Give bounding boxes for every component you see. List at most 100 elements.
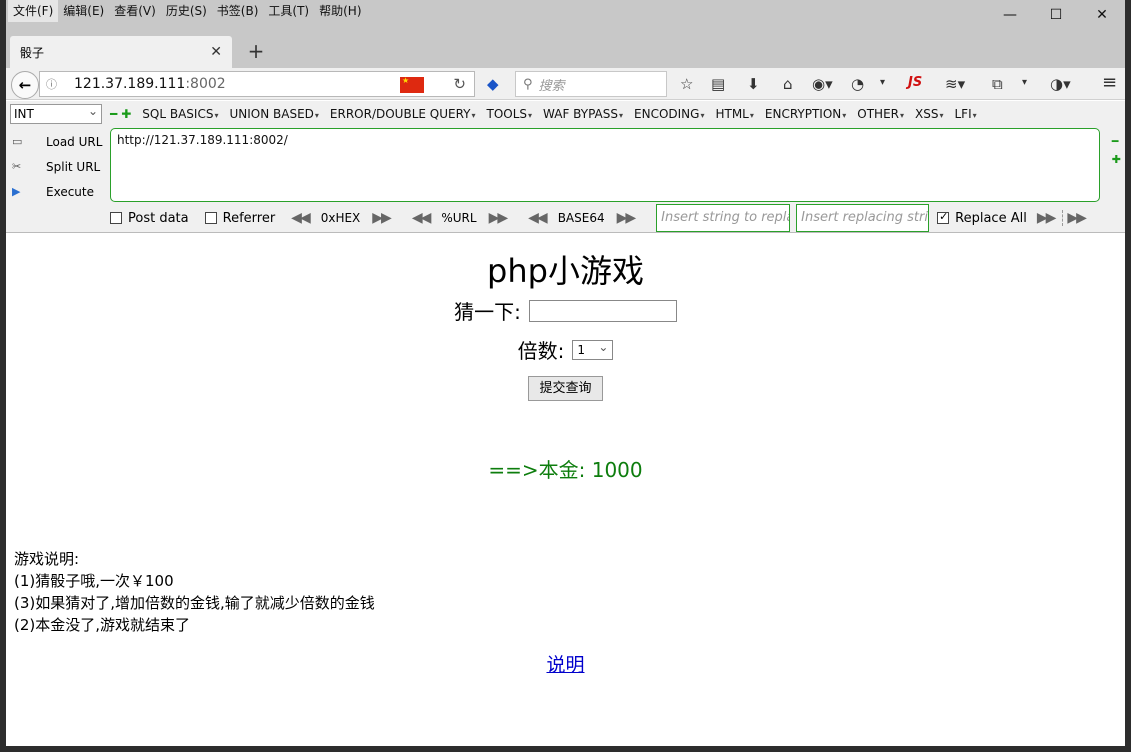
base64-encode-arrow-icon[interactable]: ▶▶: [617, 210, 636, 226]
game-rules: 游戏说明: (1)猜骰子哦,一次￥100 (3)如果猜对了,增加倍数的金钱,输了…: [14, 548, 375, 636]
url-decode-arrow-icon[interactable]: ◀◀: [412, 210, 431, 226]
menu-xss[interactable]: XSS: [915, 107, 943, 121]
menu-encoding[interactable]: ENCODING: [634, 107, 704, 121]
plus-icon[interactable]: ✚: [121, 107, 131, 121]
url-port: :8002: [185, 76, 226, 92]
split-url-button[interactable]: ✂ Split URL: [12, 154, 108, 179]
hex-decode-arrow-icon[interactable]: ◀◀: [291, 210, 310, 226]
js-toggle-icon[interactable]: JS: [908, 75, 922, 90]
tab-dice[interactable]: 骰子 ✕: [10, 36, 232, 68]
search-box[interactable]: ⚲ 搜索: [515, 71, 667, 97]
replace-next-arrow-icon[interactable]: ▶▶: [1062, 210, 1087, 226]
url-encoder: ◀◀ %URL ▶▶: [412, 210, 508, 226]
split-url-icon: ✂: [12, 160, 22, 173]
extension-icon[interactable]: ◆: [487, 75, 499, 93]
submit-button[interactable]: 提交查询: [528, 376, 603, 401]
hackbar-actions: ▭ Load URL ✂ Split URL ▶ Execute: [12, 129, 108, 204]
menu-file[interactable]: 文件(F): [8, 0, 59, 22]
post-data-box[interactable]: [110, 212, 122, 224]
info-icon[interactable]: ⓘ: [46, 76, 64, 92]
multiplier-label: 倍数:: [517, 339, 565, 363]
proxy-icon[interactable]: ◑▾: [1050, 75, 1071, 93]
referrer-label: Referrer: [222, 210, 276, 226]
help-link-text[interactable]: 说明: [546, 654, 584, 676]
menu-tools[interactable]: 工具(T): [263, 0, 314, 22]
menu-encryption[interactable]: ENCRYPTION: [765, 107, 846, 121]
rule-item: (1)猜骰子哦,一次￥100: [14, 572, 174, 590]
base64-encoder: ◀◀ BASE64 ▶▶: [528, 210, 636, 226]
page-title: php小游戏: [487, 252, 644, 290]
hex-encode-arrow-icon[interactable]: ▶▶: [372, 210, 391, 226]
minus-icon[interactable]: ━: [110, 107, 117, 121]
referrer-box[interactable]: [204, 212, 217, 224]
replace-all-box[interactable]: [937, 210, 950, 224]
menu-other[interactable]: OTHER: [857, 107, 904, 121]
replace-all-label: Replace All: [955, 210, 1027, 226]
execute-label: Execute: [46, 184, 94, 199]
layers-icon[interactable]: ≋▾: [945, 75, 965, 93]
menu-error-double-query[interactable]: ERROR/DOUBLE QUERY: [330, 107, 476, 121]
back-arrow-icon[interactable]: ←: [11, 71, 39, 99]
tab-close-icon[interactable]: ✕: [210, 44, 222, 60]
replace-string-input[interactable]: Insert string to replace: [656, 204, 791, 232]
load-url-icon: ▭: [12, 135, 23, 148]
hex-encoder: ◀◀ 0xHEX ▶▶: [291, 210, 392, 226]
maximize-icon[interactable]: ☐: [1033, 0, 1079, 30]
hackbar-side-controls: ━ ✚: [1112, 133, 1121, 169]
base64-decode-arrow-icon[interactable]: ◀◀: [528, 210, 547, 226]
hackbar-options: Post data Referrer ◀◀ 0xHEX ▶▶ ◀◀ %URL ▶…: [110, 204, 1110, 232]
execute-button[interactable]: ▶ Execute: [12, 179, 108, 204]
menu-tools-hb[interactable]: TOOLS: [487, 107, 533, 121]
menu-waf-bypass[interactable]: WAF BYPASS: [543, 107, 623, 121]
dropdown-icon[interactable]: ▾: [880, 77, 885, 88]
menu-lfi[interactable]: LFI: [955, 107, 977, 121]
menu-view[interactable]: 查看(V): [109, 0, 161, 22]
multiplier-select[interactable]: 1: [572, 338, 614, 360]
hex-label: 0xHEX: [320, 211, 361, 225]
guess-input[interactable]: [528, 299, 677, 322]
hackbar-type-select[interactable]: INT: [10, 102, 102, 124]
new-tab-icon[interactable]: +: [242, 38, 270, 66]
url-encode-arrow-icon[interactable]: ▶▶: [489, 210, 508, 226]
replacing-string-input[interactable]: Insert replacing string: [796, 204, 930, 232]
page-tools-dropdown-icon[interactable]: ▾: [1022, 77, 1027, 88]
home-icon[interactable]: ⌂: [783, 75, 793, 93]
shrink-icon[interactable]: ━: [1112, 133, 1121, 151]
post-data-checkbox[interactable]: Post data: [110, 211, 189, 226]
expand-icon[interactable]: ✚: [1112, 151, 1121, 169]
china-flag-icon: [400, 76, 424, 93]
referrer-checkbox[interactable]: Referrer: [204, 210, 276, 226]
title-bar: 文件(F) 编辑(E) 查看(V) 历史(S) 书签(B) 工具(T) 帮助(H…: [6, 0, 1125, 34]
hamburger-menu-icon[interactable]: ≡: [1102, 72, 1117, 93]
bookmark-star-icon[interactable]: ☆: [680, 75, 693, 93]
hackbar-url-textarea[interactable]: http://121.37.189.111:8002/: [110, 128, 1100, 202]
menu-sql-basics[interactable]: SQL BASICS: [142, 107, 218, 121]
menu-bar: 文件(F) 编辑(E) 查看(V) 历史(S) 书签(B) 工具(T) 帮助(H…: [6, 0, 367, 22]
rule-item: (3)如果猜对了,增加倍数的金钱,输了就减少倍数的金钱: [14, 594, 375, 612]
hackbar: INT ━ ✚ SQL BASICS UNION BASED ERROR/DOU…: [6, 101, 1125, 233]
download-icon[interactable]: ⬇: [747, 75, 760, 93]
profile-icon[interactable]: ◉▾: [812, 75, 833, 93]
cookie-icon[interactable]: ◔: [851, 75, 864, 93]
reading-list-icon[interactable]: ▤: [711, 75, 725, 93]
replace-run-arrow-icon[interactable]: ▶▶: [1037, 210, 1056, 226]
menu-edit[interactable]: 编辑(E): [58, 0, 109, 22]
menu-help[interactable]: 帮助(H): [314, 0, 366, 22]
page-tools-icon[interactable]: ⧉: [992, 75, 1003, 93]
reload-icon[interactable]: ↻: [453, 75, 466, 93]
menu-html[interactable]: HTML: [715, 107, 753, 121]
menu-bookmarks[interactable]: 书签(B): [212, 0, 264, 22]
replace-all-checkbox[interactable]: Replace All: [937, 210, 1027, 226]
menu-union-based[interactable]: UNION BASED: [229, 107, 318, 121]
load-url-button[interactable]: ▭ Load URL: [12, 129, 108, 154]
close-window-icon[interactable]: ✕: [1079, 0, 1125, 30]
page-content: php小游戏 猜一下: 倍数: 1 提交查询 ==>本金: 1000 游戏说明:…: [6, 234, 1125, 746]
url-bar[interactable]: ⓘ 121.37.189.111:8002 ↻: [39, 71, 475, 97]
tab-strip: 骰子 ✕ +: [6, 34, 1125, 68]
rule-item: (2)本金没了,游戏就结束了: [14, 616, 191, 634]
minimize-icon[interactable]: —: [987, 0, 1033, 30]
menu-history[interactable]: 历史(S): [161, 0, 212, 22]
url-host: 121.37.189.111: [74, 76, 186, 92]
split-url-label: Split URL: [46, 159, 101, 174]
post-data-label: Post data: [128, 210, 189, 226]
